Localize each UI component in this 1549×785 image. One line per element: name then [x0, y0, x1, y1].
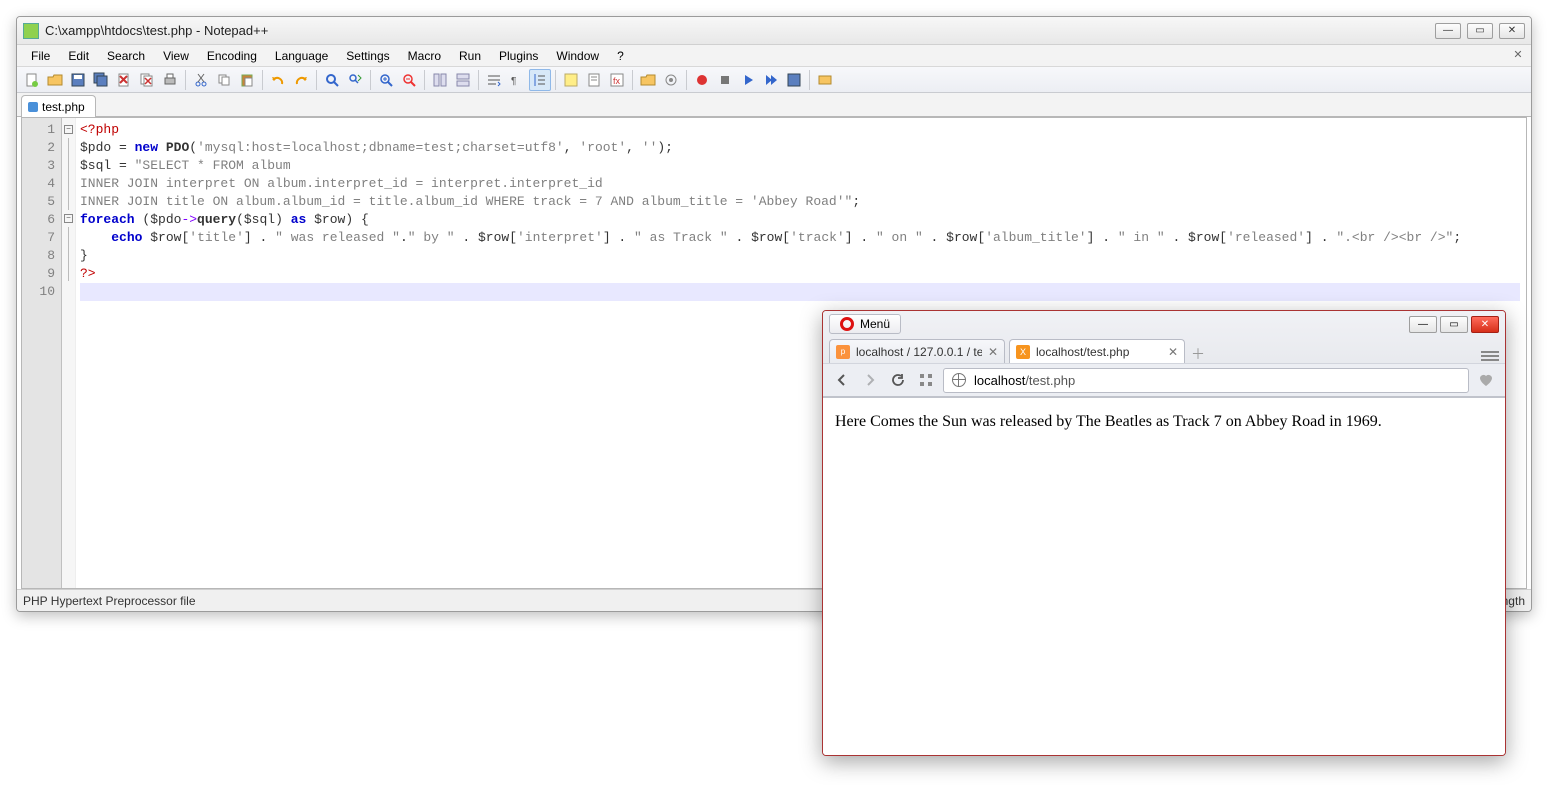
svg-text:¶: ¶ — [511, 76, 516, 87]
close-button[interactable]: ✕ — [1499, 23, 1525, 39]
tb-func-list-icon[interactable]: fx — [606, 69, 628, 91]
tb-folder-icon[interactable] — [637, 69, 659, 91]
opera-chrome: Menü — ▭ ✕ p localhost / 127.0.0.1 / tes… — [823, 311, 1505, 398]
opera-close-button[interactable]: ✕ — [1471, 316, 1499, 333]
filetab-label: test.php — [42, 100, 85, 114]
tb-find-icon[interactable] — [321, 69, 343, 91]
menu-plugins[interactable]: Plugins — [491, 47, 546, 65]
address-bar[interactable]: localhost/test.php — [943, 368, 1469, 393]
tb-indent-guide-icon[interactable] — [529, 69, 551, 91]
tb-play-multi-icon[interactable] — [760, 69, 782, 91]
tb-zoom-in-icon[interactable] — [375, 69, 397, 91]
tb-replace-icon[interactable] — [344, 69, 366, 91]
npp-toolbar: ¶ fx — [17, 67, 1531, 93]
nav-speed-dial-button[interactable] — [915, 369, 937, 391]
opera-tabstrip: p localhost / 127.0.0.1 / test ✕ X local… — [823, 337, 1505, 363]
npp-titlebar[interactable]: C:\xampp\htdocs\test.php - Notepad++ — ▭… — [17, 17, 1531, 45]
nav-back-button[interactable] — [831, 369, 853, 391]
minimize-button[interactable]: — — [1435, 23, 1461, 39]
menubar-close-icon[interactable]: ✕ — [1511, 48, 1525, 62]
npp-window-title: C:\xampp\htdocs\test.php - Notepad++ — [45, 23, 1435, 38]
menu-edit[interactable]: Edit — [60, 47, 97, 65]
browser-tab-phpmyadmin[interactable]: p localhost / 127.0.0.1 / test ✕ — [829, 339, 1005, 363]
nav-forward-button[interactable] — [859, 369, 881, 391]
fold-gutter[interactable]: − − — [62, 118, 76, 588]
maximize-button[interactable]: ▭ — [1467, 23, 1493, 39]
menu-help[interactable]: ? — [609, 47, 632, 65]
tb-sync-h-icon[interactable] — [452, 69, 474, 91]
site-info-icon[interactable] — [952, 373, 966, 387]
menu-search[interactable]: Search — [99, 47, 153, 65]
tab-favicon-icon: X — [1016, 345, 1030, 359]
opera-logo-icon — [840, 317, 854, 331]
tb-copy-icon[interactable] — [213, 69, 235, 91]
menu-file[interactable]: File — [23, 47, 58, 65]
menu-run[interactable]: Run — [451, 47, 489, 65]
tab-menu-icon[interactable] — [1481, 349, 1499, 363]
tb-zoom-out-icon[interactable] — [398, 69, 420, 91]
tab-close-icon[interactable]: ✕ — [1168, 345, 1178, 359]
tb-record-icon[interactable] — [691, 69, 713, 91]
menu-language[interactable]: Language — [267, 47, 336, 65]
tb-cut-icon[interactable] — [190, 69, 212, 91]
status-filetype: PHP Hypertext Preprocessor file — [23, 594, 196, 608]
tab-favicon-icon: p — [836, 345, 850, 359]
nav-reload-button[interactable] — [887, 369, 909, 391]
tb-save-icon[interactable] — [67, 69, 89, 91]
opera-minimize-button[interactable]: — — [1409, 316, 1437, 333]
tb-save-macro-icon[interactable] — [783, 69, 805, 91]
menu-macro[interactable]: Macro — [400, 47, 449, 65]
menu-window[interactable]: Window — [548, 47, 607, 65]
opera-window: Menü — ▭ ✕ p localhost / 127.0.0.1 / tes… — [822, 310, 1506, 756]
filetab-test-php[interactable]: test.php — [21, 95, 96, 117]
url-text: localhost/test.php — [974, 373, 1460, 388]
svg-text:fx: fx — [613, 76, 621, 86]
tb-sync-v-icon[interactable] — [429, 69, 451, 91]
tab-label: localhost / 127.0.0.1 / test — [856, 345, 982, 359]
tb-close-icon[interactable] — [113, 69, 135, 91]
bookmark-heart-button[interactable] — [1475, 369, 1497, 391]
tb-print-icon[interactable] — [159, 69, 181, 91]
menu-view[interactable]: View — [155, 47, 197, 65]
tb-paste-icon[interactable] — [236, 69, 258, 91]
npp-app-icon — [23, 23, 39, 39]
tb-doc-map-icon[interactable] — [583, 69, 605, 91]
tb-extra-icon[interactable] — [814, 69, 836, 91]
opera-maximize-button[interactable]: ▭ — [1440, 316, 1468, 333]
page-output-text: Here Comes the Sun was released by The B… — [835, 413, 1382, 430]
new-tab-button[interactable]: ＋ — [1189, 345, 1207, 363]
tb-open-icon[interactable] — [44, 69, 66, 91]
opera-menu-button[interactable]: Menü — [829, 314, 901, 334]
npp-filetab-bar: test.php — [17, 93, 1531, 117]
tb-play-icon[interactable] — [737, 69, 759, 91]
filetab-saved-icon — [28, 102, 38, 112]
tb-monitor-icon[interactable] — [660, 69, 682, 91]
tb-undo-icon[interactable] — [267, 69, 289, 91]
opera-navbar: localhost/test.php — [823, 363, 1505, 397]
tb-allchars-icon[interactable]: ¶ — [506, 69, 528, 91]
tb-udl-icon[interactable] — [560, 69, 582, 91]
tb-stop-icon[interactable] — [714, 69, 736, 91]
line-number-gutter: 12345678910 — [22, 118, 62, 588]
tb-close-all-icon[interactable] — [136, 69, 158, 91]
browser-viewport[interactable]: Here Comes the Sun was released by The B… — [823, 399, 1505, 755]
npp-menubar: File Edit Search View Encoding Language … — [17, 45, 1531, 67]
tb-new-icon[interactable] — [21, 69, 43, 91]
menu-settings[interactable]: Settings — [338, 47, 397, 65]
tab-label: localhost/test.php — [1036, 345, 1162, 359]
menu-encoding[interactable]: Encoding — [199, 47, 265, 65]
browser-tab-testphp[interactable]: X localhost/test.php ✕ — [1009, 339, 1185, 363]
opera-titlebar[interactable]: Menü — ▭ ✕ — [823, 311, 1505, 337]
tab-close-icon[interactable]: ✕ — [988, 345, 998, 359]
opera-menu-label: Menü — [860, 317, 890, 331]
tb-save-all-icon[interactable] — [90, 69, 112, 91]
tb-redo-icon[interactable] — [290, 69, 312, 91]
tb-wordwrap-icon[interactable] — [483, 69, 505, 91]
